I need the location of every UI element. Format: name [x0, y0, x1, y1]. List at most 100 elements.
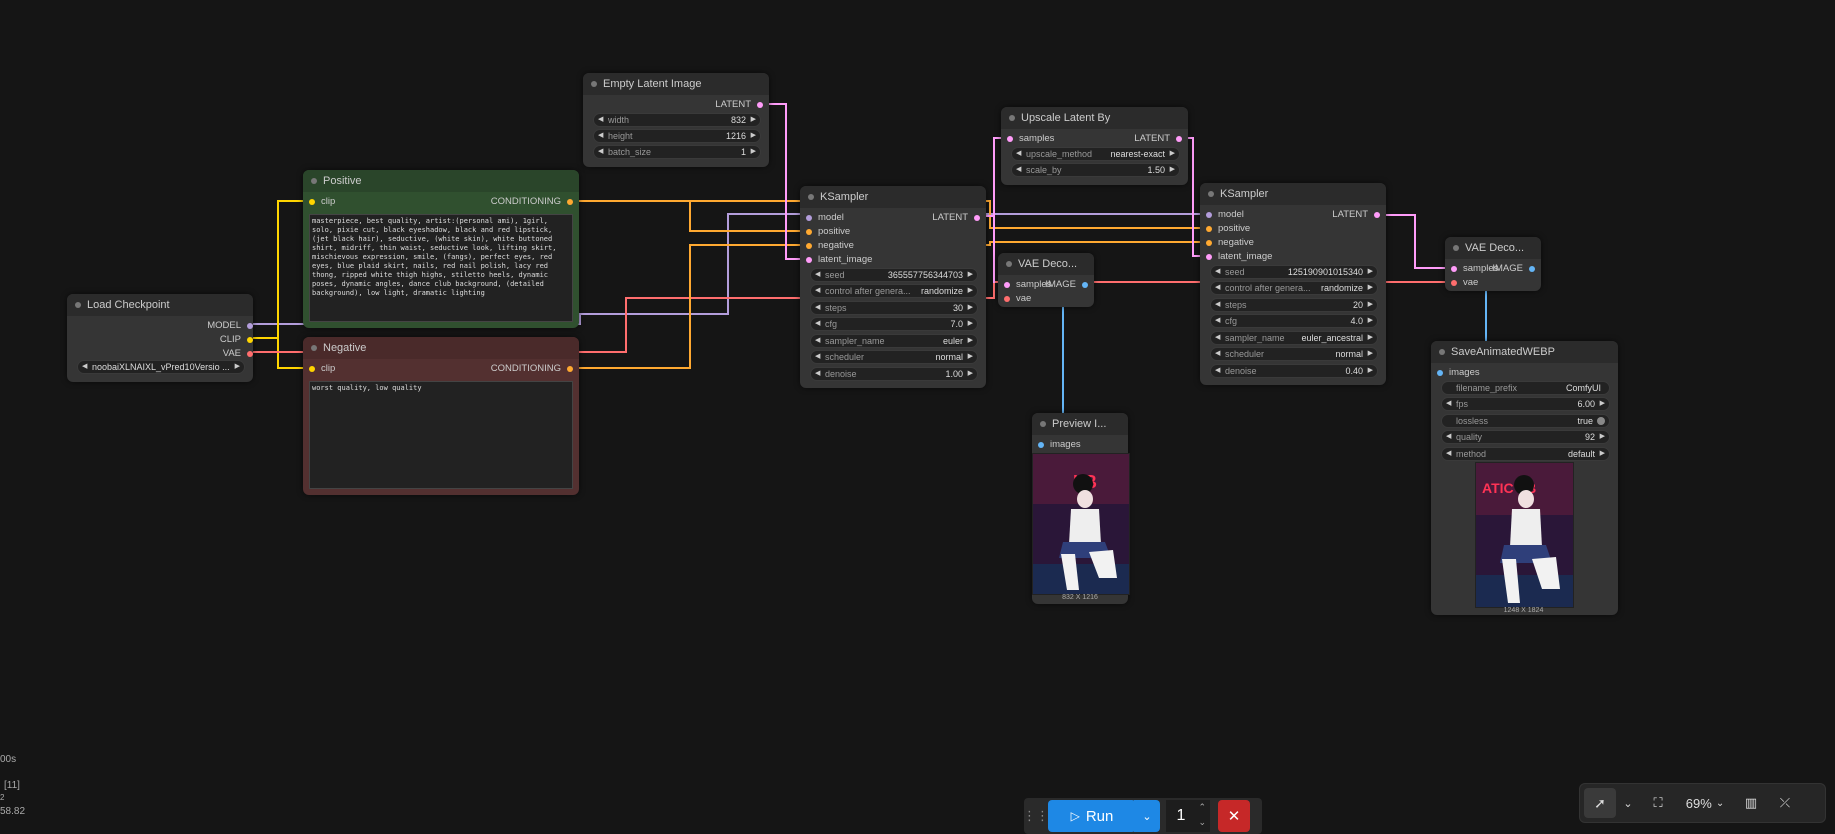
saved-image-thumbnail[interactable]: ATIC LB: [1475, 462, 1574, 608]
collapse-dot-icon[interactable]: [591, 81, 597, 87]
input-vae[interactable]: vae: [1451, 277, 1478, 289]
collapse-dot-icon[interactable]: [75, 302, 81, 308]
input-images[interactable]: images: [1038, 439, 1081, 451]
decrement-chevron-icon[interactable]: ⌄: [1198, 817, 1206, 828]
collapse-dot-icon[interactable]: [1006, 261, 1012, 267]
seed-widget[interactable]: ◀ seed 365557756344703 ▶: [810, 268, 978, 282]
denoise-widget[interactable]: ◀ denoise 1.00 ▶: [810, 367, 978, 381]
collapse-dot-icon[interactable]: [1439, 349, 1445, 355]
filename-prefix-widget[interactable]: filename_prefix ComfyUI: [1441, 381, 1610, 395]
output-model[interactable]: MODEL: [207, 320, 253, 332]
input-positive[interactable]: positive: [1206, 223, 1250, 235]
increment-chevron-icon[interactable]: ⌃: [1198, 802, 1206, 813]
zoom-level-dropdown[interactable]: 69% ⌄: [1676, 788, 1734, 818]
quality-widget[interactable]: ◀ quality 92 ▶: [1441, 430, 1610, 444]
input-images[interactable]: images: [1437, 367, 1480, 379]
arrow-left-icon[interactable]: ◀: [82, 361, 87, 373]
input-latent-image[interactable]: latent_image: [1206, 251, 1272, 263]
collapse-dot-icon[interactable]: [1040, 421, 1046, 427]
input-negative[interactable]: negative: [1206, 237, 1254, 249]
node-title[interactable]: VAE Deco...: [998, 253, 1094, 275]
fit-view-button[interactable]: ⛶: [1640, 788, 1676, 818]
node-title[interactable]: Load Checkpoint: [67, 294, 253, 316]
cfg-widget[interactable]: ◀ cfg 4.0 ▶: [1210, 314, 1378, 328]
node-save-animated-webp[interactable]: SaveAnimatedWEBP images filename_prefix C…: [1431, 341, 1618, 615]
queue-count-input[interactable]: 1 ⌃ ⌄: [1166, 800, 1210, 832]
output-clip[interactable]: CLIP: [220, 334, 253, 346]
cancel-queue-button[interactable]: ✕: [1218, 800, 1250, 832]
node-negative-prompt[interactable]: Negative clip CONDITIONING: [303, 337, 579, 495]
drag-handle-icon[interactable]: ⋮⋮: [1023, 798, 1049, 834]
output-conditioning[interactable]: CONDITIONING: [491, 363, 573, 375]
node-title[interactable]: Upscale Latent By: [1001, 107, 1188, 129]
collapse-dot-icon[interactable]: [1009, 115, 1015, 121]
input-clip[interactable]: clip: [309, 196, 335, 208]
ckpt-name-combo[interactable]: ◀ noobaiXLNAIXL_vPred10Versio ... ▶: [77, 360, 245, 374]
input-samples[interactable]: samples: [1451, 263, 1498, 275]
node-ksampler-1[interactable]: KSampler model LATENT positive negative …: [800, 186, 986, 388]
input-model[interactable]: model: [1206, 209, 1244, 221]
input-clip[interactable]: clip: [309, 363, 335, 375]
node-vae-decode-2[interactable]: VAE Deco... samples IMAGE vae: [1445, 237, 1541, 291]
control-after-generate-widget[interactable]: ◀ control after genera... randomize ▶: [810, 284, 978, 298]
width-widget[interactable]: ◀ width 832 ▶: [593, 113, 761, 127]
collapse-dot-icon[interactable]: [808, 194, 814, 200]
node-title[interactable]: VAE Deco...: [1445, 237, 1541, 259]
node-title[interactable]: Preview I...: [1032, 413, 1128, 435]
negative-prompt-textarea[interactable]: [309, 381, 573, 489]
mode-chevron-icon[interactable]: ⌄: [1616, 788, 1640, 818]
collapse-dot-icon[interactable]: [311, 345, 317, 351]
node-preview-image[interactable]: Preview I... images LB 832 X 1216: [1032, 413, 1130, 604]
output-image[interactable]: IMAGE: [1492, 263, 1535, 275]
output-image[interactable]: IMAGE: [1045, 279, 1088, 291]
method-widget[interactable]: ◀ method default ▶: [1441, 447, 1610, 461]
output-conditioning[interactable]: CONDITIONING: [491, 196, 573, 208]
steps-widget[interactable]: ◀ steps 20 ▶: [1210, 298, 1378, 312]
input-samples[interactable]: samples: [1004, 279, 1051, 291]
run-button[interactable]: ▷ Run: [1048, 800, 1136, 832]
arrow-right-icon[interactable]: ▶: [235, 361, 240, 373]
scheduler-widget[interactable]: ◀ scheduler normal ▶: [810, 350, 978, 364]
output-latent[interactable]: LATENT: [715, 99, 763, 111]
upscale-method-widget[interactable]: ◀ upscale_method nearest-exact ▶: [1011, 147, 1180, 161]
positive-prompt-textarea[interactable]: [309, 214, 573, 322]
node-title[interactable]: Positive: [303, 170, 579, 192]
collapse-dot-icon[interactable]: [1208, 191, 1214, 197]
input-vae[interactable]: vae: [1004, 293, 1031, 305]
input-samples[interactable]: samples: [1007, 133, 1054, 145]
height-widget[interactable]: ◀ height 1216 ▶: [593, 129, 761, 143]
sampler-name-widget[interactable]: ◀ sampler_name euler ▶: [810, 334, 978, 348]
node-empty-latent-image[interactable]: Empty Latent Image LATENT ◀ width 832 ▶ ◀ he…: [583, 73, 769, 167]
node-vae-decode-1[interactable]: VAE Deco... samples IMAGE vae: [998, 253, 1094, 307]
collapse-dot-icon[interactable]: [311, 178, 317, 184]
node-canvas[interactable]: Load Checkpoint MODEL CLIP VAE ◀ noobaiX…: [0, 0, 1835, 834]
node-upscale-latent-by[interactable]: Upscale Latent By samples LATENT ◀ upscal…: [1001, 107, 1188, 185]
toggle-knob-icon[interactable]: [1597, 417, 1605, 425]
run-options-chevron-icon[interactable]: ⌄: [1134, 800, 1160, 832]
output-latent[interactable]: LATENT: [1134, 133, 1182, 145]
sampler-name-widget[interactable]: ◀ sampler_name euler_ancestral ▶: [1210, 331, 1378, 345]
node-positive-prompt[interactable]: Positive clip CONDITIONING: [303, 170, 579, 328]
scale-by-widget[interactable]: ◀ scale_by 1.50 ▶: [1011, 163, 1180, 177]
output-vae[interactable]: VAE: [223, 348, 253, 360]
node-title[interactable]: SaveAnimatedWEBP: [1431, 341, 1618, 363]
hide-links-button[interactable]: ⤫: [1768, 788, 1802, 818]
denoise-widget[interactable]: ◀ denoise 0.40 ▶: [1210, 364, 1378, 378]
node-title[interactable]: KSampler: [1200, 183, 1386, 205]
node-load-checkpoint[interactable]: Load Checkpoint MODEL CLIP VAE ◀ noobaiX…: [67, 294, 253, 382]
preview-image-thumbnail[interactable]: LB: [1032, 453, 1130, 595]
node-title[interactable]: Empty Latent Image: [583, 73, 769, 95]
control-after-generate-widget[interactable]: ◀ control after genera... randomize ▶: [1210, 281, 1378, 295]
input-latent-image[interactable]: latent_image: [806, 254, 872, 266]
lossless-toggle[interactable]: lossless true: [1441, 414, 1610, 428]
batch-size-widget[interactable]: ◀ batch_size 1 ▶: [593, 145, 761, 159]
fps-widget[interactable]: ◀ fps 6.00 ▶: [1441, 397, 1610, 411]
input-positive[interactable]: positive: [806, 226, 850, 238]
seed-widget[interactable]: ◀ seed 125190901015340 ▶: [1210, 265, 1378, 279]
minimap-button[interactable]: ▥: [1734, 788, 1768, 818]
output-latent[interactable]: LATENT: [1332, 209, 1380, 221]
input-model[interactable]: model: [806, 212, 844, 224]
collapse-dot-icon[interactable]: [1453, 245, 1459, 251]
select-mode-button[interactable]: ➚: [1584, 788, 1616, 818]
input-negative[interactable]: negative: [806, 240, 854, 252]
